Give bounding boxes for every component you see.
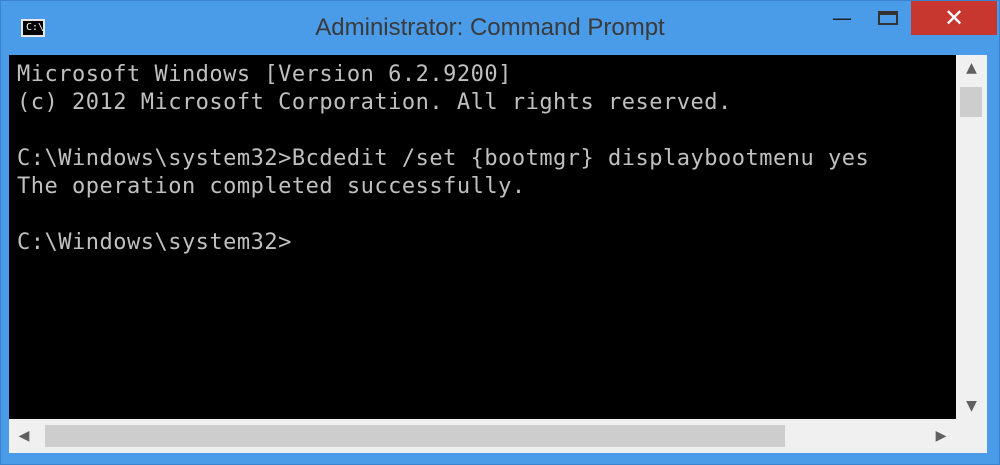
- minimize-icon: —: [832, 6, 852, 30]
- console-line: The operation completed successfully.: [17, 174, 526, 199]
- vertical-scrollbar[interactable]: ▲ ▼: [956, 55, 987, 419]
- console-prompt-line[interactable]: C:\Windows\system32>: [17, 229, 956, 257]
- scrollbar-corner: [956, 419, 987, 453]
- command-prompt-window: C:\ Administrator: Command Prompt — ✕ Mi…: [0, 0, 1000, 465]
- close-icon: ✕: [943, 4, 965, 32]
- maximize-icon: [878, 11, 898, 25]
- horizontal-scroll-thumb[interactable]: [45, 425, 785, 447]
- console-line: (c) 2012 Microsoft Corporation. All righ…: [17, 90, 732, 115]
- maximize-button[interactable]: [865, 1, 911, 35]
- minimize-button[interactable]: —: [819, 1, 865, 35]
- vertical-scroll-thumb[interactable]: [960, 87, 982, 117]
- console-line: Microsoft Windows [Version 6.2.9200]: [17, 62, 512, 87]
- horizontal-scrollbar[interactable]: ◀ ▶: [9, 419, 956, 453]
- close-button[interactable]: ✕: [911, 1, 997, 35]
- title-bar[interactable]: C:\ Administrator: Command Prompt — ✕: [1, 1, 999, 55]
- scroll-right-icon[interactable]: ▶: [926, 419, 956, 453]
- console-output[interactable]: Microsoft Windows [Version 6.2.9200] (c)…: [9, 55, 956, 419]
- scroll-down-icon[interactable]: ▼: [956, 393, 987, 419]
- console-line: C:\Windows\system32>Bcdedit /set {bootmg…: [17, 146, 870, 171]
- scroll-left-icon[interactable]: ◀: [9, 419, 39, 453]
- scroll-up-icon[interactable]: ▲: [956, 55, 987, 81]
